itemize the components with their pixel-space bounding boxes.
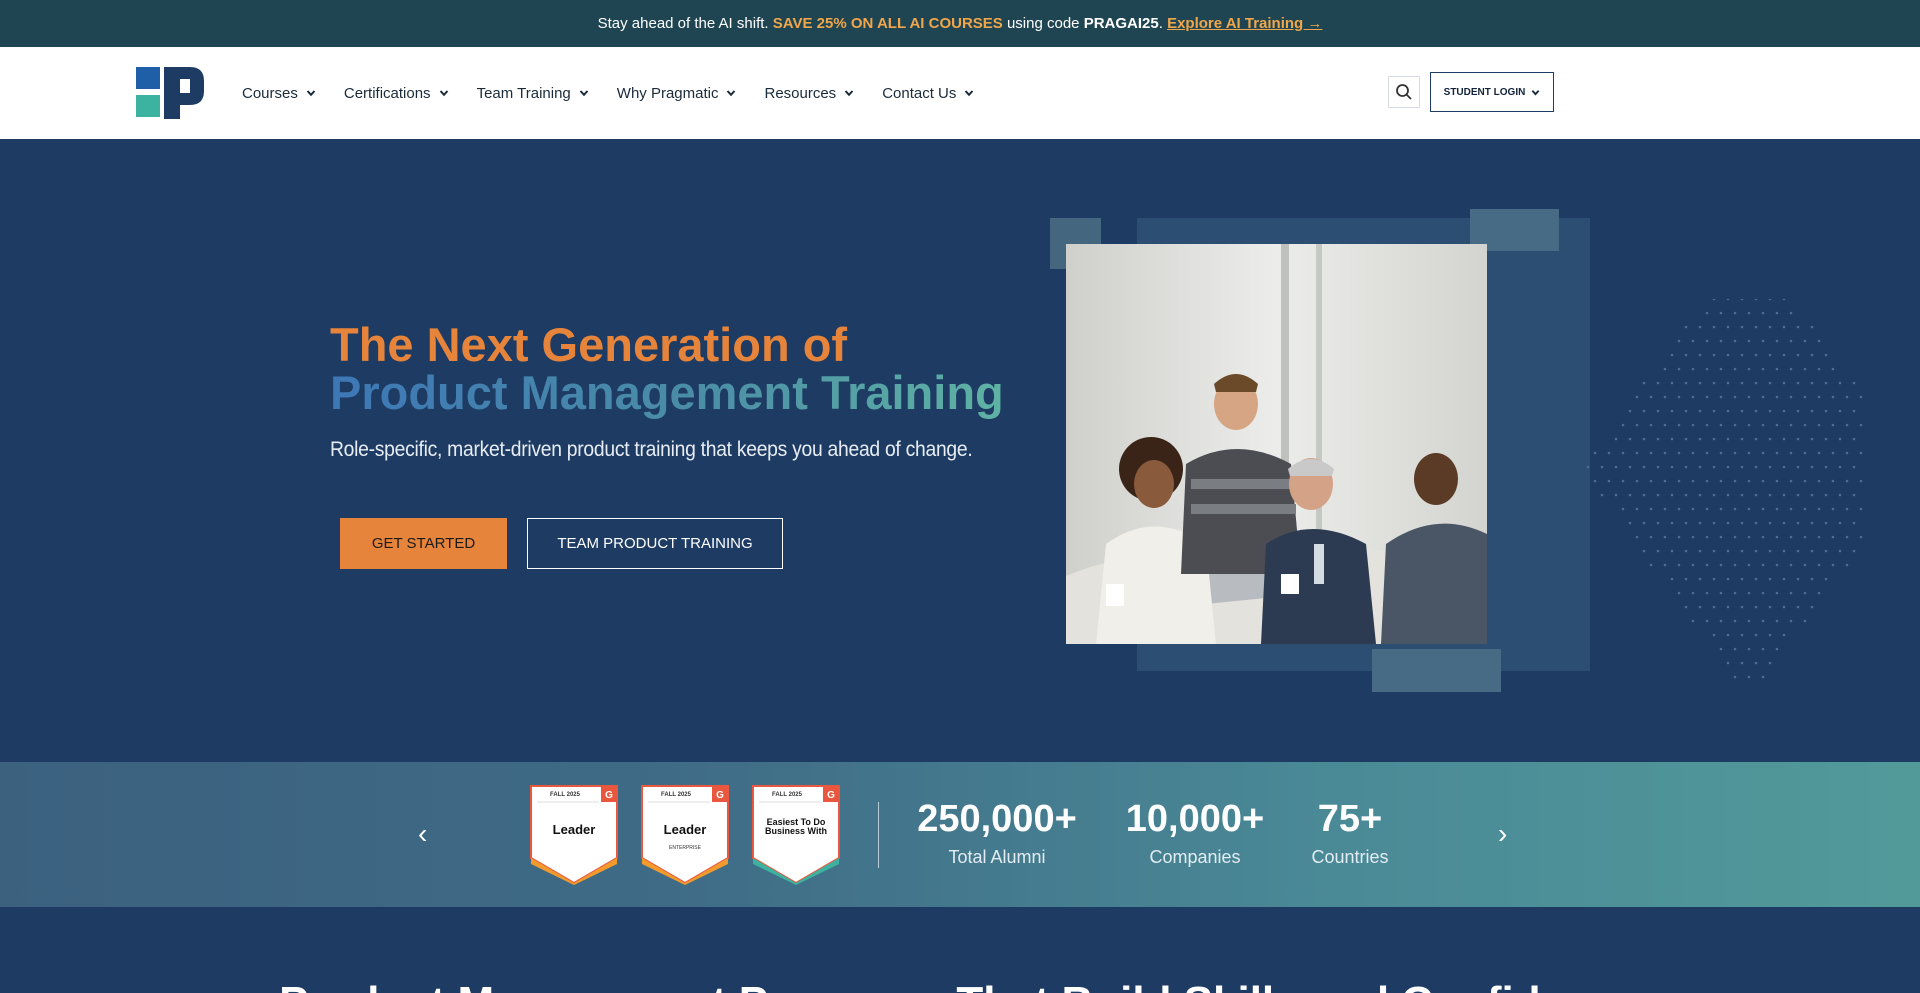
search-button[interactable]	[1388, 76, 1420, 108]
badge-title: Leader	[664, 822, 707, 837]
carousel-prev-arrow[interactable]: ‹	[418, 818, 427, 850]
nav-resources[interactable]: Resources	[764, 85, 854, 102]
stat-value: 10,000+	[1125, 798, 1265, 840]
nav-certifications[interactable]: Certifications	[344, 85, 449, 102]
stat-label: Countries	[1311, 847, 1389, 867]
hero-title-line2: Product Management Training	[330, 366, 1004, 419]
promo-text: Stay ahead of the AI shift.	[597, 15, 773, 32]
svg-text:G: G	[716, 790, 724, 801]
student-login-label: STUDENT LOGIN	[1443, 86, 1526, 98]
badge-season: FALL 2025	[661, 792, 692, 798]
badge-title: Leader	[553, 822, 596, 837]
promo-highlight: SAVE 25% ON ALL AI COURSES	[772, 15, 1003, 32]
promo-bar: Stay ahead of the AI shift. SAVE 25% ON …	[0, 0, 1920, 47]
stat-value: 250,000+	[917, 798, 1077, 840]
svg-text:G: G	[605, 790, 613, 801]
explore-ai-training-link[interactable]: Explore AI Training →	[1167, 15, 1322, 32]
nav-label: Certifications	[343, 84, 431, 102]
g2-badge-easiest-to-do-business: G FALL 2025 Easiest To Do Business With	[751, 784, 841, 885]
dot-pattern	[1586, 299, 1863, 679]
stat-countries: 75+ Countries	[1310, 798, 1390, 868]
nav-label: Contact Us	[882, 84, 957, 102]
stats-strip: ‹ G FALL 2025 Leader G FALL 2025 Leader …	[0, 762, 1920, 907]
student-login-button[interactable]: STUDENT LOGIN	[1430, 72, 1554, 112]
badge-season: FALL 2025	[772, 792, 803, 798]
chevron-down-icon	[844, 90, 854, 97]
g2-badge-leader: G FALL 2025 Leader	[529, 784, 619, 885]
hero-title-line1: The Next Generation of	[330, 318, 848, 371]
get-started-button[interactable]: GET STARTED	[340, 518, 507, 569]
pragmatic-logo[interactable]	[136, 65, 206, 119]
stat-value: 75+	[1317, 798, 1383, 840]
g2-badge-leader-enterprise: G FALL 2025 Leader ENTERPRISE	[640, 784, 730, 885]
nav-label: Resources	[764, 84, 837, 102]
team-product-training-button[interactable]: TEAM PRODUCT TRAINING	[527, 518, 783, 569]
chevron-down-icon	[1532, 89, 1540, 95]
nav-team-training[interactable]: Team Training	[477, 85, 589, 102]
nav-why-pragmatic[interactable]: Why Pragmatic	[617, 85, 737, 102]
nav-label: Courses	[242, 84, 298, 102]
nav-contact-us[interactable]: Contact Us	[882, 85, 974, 102]
hero-team-photo	[1066, 244, 1487, 644]
main-nav: Courses Certifications Team Training Why…	[242, 47, 1002, 139]
stat-alumni: 250,000+ Total Alumni	[917, 798, 1077, 868]
stat-label: Companies	[1149, 847, 1241, 867]
nav-label: Team Training	[476, 84, 571, 102]
stat-companies: 10,000+ Companies	[1125, 798, 1265, 868]
badge-title: Easiest To Do Business With	[765, 818, 827, 836]
promo-code: PRAGAI25	[1083, 15, 1159, 32]
section-heading: Product Management Programs That Build S…	[0, 978, 1920, 993]
stats-divider	[878, 802, 879, 868]
decorative-square	[1372, 649, 1501, 692]
search-icon	[1396, 84, 1412, 100]
badge-season: FALL 2025	[550, 792, 581, 798]
nav-label: Why Pragmatic	[616, 84, 719, 102]
chevron-down-icon	[306, 90, 316, 97]
hero-subtitle: Role-specific, market-driven product tra…	[330, 438, 973, 461]
chevron-down-icon	[439, 90, 448, 97]
stat-label: Total Alumni	[948, 847, 1046, 867]
promo-text-2: using code	[1002, 15, 1084, 32]
chevron-down-icon	[727, 90, 736, 97]
programs-section: Product Management Programs That Build S…	[0, 907, 1920, 993]
chevron-down-icon	[965, 90, 974, 97]
svg-text:G: G	[827, 790, 835, 801]
badge-subtitle: ENTERPRISE	[669, 845, 702, 851]
carousel-next-arrow[interactable]: ›	[1498, 818, 1507, 850]
promo-text-3: .	[1158, 15, 1168, 32]
hero-section: The Next Generation of Product Managemen…	[0, 139, 1920, 762]
site-header: Courses Certifications Team Training Why…	[0, 47, 1920, 139]
chevron-down-icon	[579, 90, 589, 97]
nav-courses[interactable]: Courses	[242, 85, 316, 102]
